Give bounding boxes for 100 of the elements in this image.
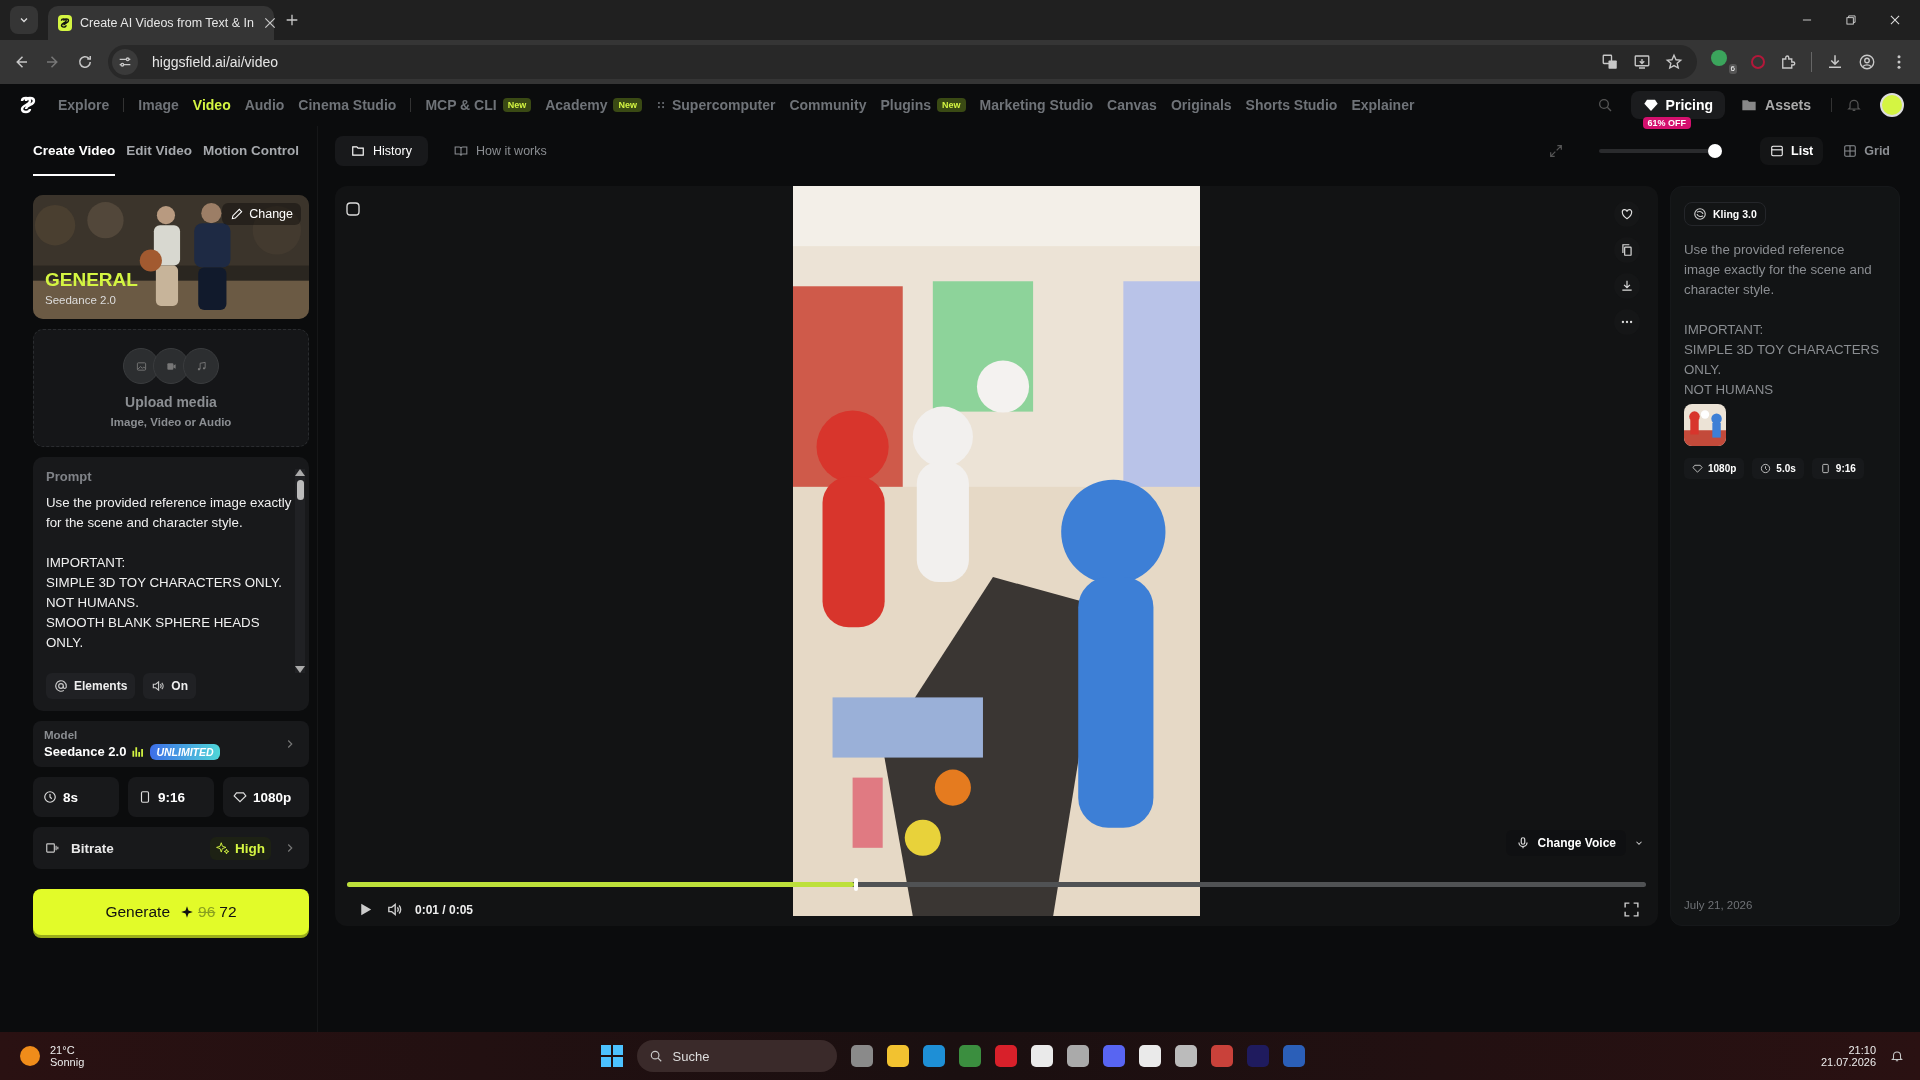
weather-condition: Sonnig [50, 1056, 85, 1068]
mode-tab[interactable]: Motion Control [203, 126, 300, 176]
generate-button[interactable]: Generate 96 72 [33, 889, 309, 935]
restore-icon[interactable] [1844, 13, 1858, 27]
extensions-icon[interactable] [1779, 53, 1797, 71]
nav-link[interactable]: Marketing Studio [979, 97, 1094, 113]
upload-title: Upload media [125, 394, 217, 410]
mode-tab[interactable]: Create Video [33, 126, 116, 176]
change-button[interactable]: Change [222, 203, 301, 225]
notification-icon[interactable] [1890, 1049, 1904, 1063]
duration-button[interactable]: 8s [33, 777, 119, 817]
address-bar[interactable]: higgsfield.ai/ai/video [108, 45, 1697, 79]
resolution-button[interactable]: 1080p [223, 777, 309, 817]
bitrate-label: Bitrate [71, 840, 114, 856]
nav-link[interactable]: Supercomputer [656, 97, 776, 113]
diamond-icon [1692, 463, 1703, 474]
translate-icon[interactable] [1601, 53, 1619, 71]
mode-tab[interactable]: Edit Video [126, 126, 193, 176]
site-settings-icon[interactable] [117, 54, 133, 70]
at-sign-icon [54, 679, 68, 693]
install-icon[interactable] [1633, 53, 1651, 71]
nav-link[interactable]: Image [138, 97, 179, 113]
temperature: 21°C [50, 1044, 76, 1056]
upload-dropzone[interactable]: Upload media Image, Video or Audio [33, 329, 309, 447]
sparkle-icon [216, 841, 230, 855]
layout-toggle[interactable]: Grid [1833, 137, 1900, 165]
view-tab[interactable]: How it works [437, 136, 563, 166]
view-tab[interactable]: History [335, 136, 428, 166]
expand-icon[interactable] [1548, 143, 1565, 159]
signal-bars-icon [131, 744, 146, 759]
nav-link[interactable]: Video [192, 97, 231, 113]
book-icon [453, 144, 468, 158]
extension-badge: 6 [1728, 64, 1737, 74]
bitrate-selector[interactable]: Bitrate High [33, 827, 309, 869]
app-icon[interactable] [886, 1045, 909, 1067]
scrubber-handle[interactable] [853, 878, 858, 891]
nav-link[interactable]: Plugins [880, 97, 931, 113]
slider-thumb[interactable] [1708, 144, 1723, 158]
scrollbar[interactable] [295, 469, 305, 673]
copy-icon[interactable] [1620, 243, 1634, 257]
nav-link[interactable]: MCP & CLI [425, 97, 497, 113]
preset-card[interactable]: Change GENERAL Seedance 2.0 [33, 195, 309, 319]
diamond-icon [233, 790, 247, 804]
checkbox[interactable] [345, 201, 361, 217]
model-name: Seedance 2.0 [44, 744, 127, 759]
fullscreen-icon[interactable] [1623, 901, 1640, 918]
nav-link[interactable]: Audio [244, 97, 285, 113]
grid-dots-icon [656, 100, 666, 110]
sun-icon[interactable] [20, 1046, 40, 1066]
browser-tab[interactable]: Create AI Videos from Text & In [48, 6, 274, 40]
nav-link[interactable]: Explore [58, 97, 110, 113]
aspect-ratio-icon [138, 790, 152, 804]
assets-button[interactable]: Assets [1735, 96, 1817, 114]
elements-button[interactable]: Elements [46, 673, 136, 699]
bookmark-star-icon[interactable] [1665, 53, 1683, 71]
reload-icon[interactable] [76, 53, 94, 71]
new-badge: New [502, 98, 532, 112]
profile-icon[interactable] [1858, 53, 1876, 71]
app-icon[interactable] [1030, 1045, 1053, 1067]
nav-link[interactable]: Shorts Studio [1245, 97, 1338, 113]
sound-toggle[interactable]: On [143, 673, 197, 699]
close-icon[interactable] [1888, 13, 1902, 27]
prompt-field[interactable]: Use the provided reference image exactly for the scene and character style. IMPORTANT: SIMPLE 3D TOY CHARACTERS ONLY. NOT HUMANS. SMOOTH BLANK SPHERE HEADS ONLY. [46, 493, 295, 653]
new-badge: New [937, 98, 966, 112]
nav-link[interactable]: Cinema Studio [298, 97, 397, 113]
avatar[interactable] [1880, 93, 1904, 117]
app-icon[interactable] [1138, 1045, 1161, 1067]
nav-link[interactable]: Originals [1170, 97, 1232, 113]
bell-icon[interactable] [1846, 97, 1862, 113]
windows-icon[interactable] [600, 1045, 623, 1067]
taskbar-search[interactable]: Suche [636, 1040, 837, 1072]
pricing-button[interactable]: Pricing [1630, 91, 1726, 119]
nav-link[interactable]: Explainer [1351, 97, 1415, 113]
speaker-icon [151, 679, 166, 693]
clock-date: 21.07.2026 [1820, 1056, 1876, 1068]
nav-link[interactable]: Canvas [1107, 97, 1157, 113]
model-selector[interactable]: Model Seedance 2.0 UNLIMITED [33, 721, 309, 767]
folder-icon [351, 144, 365, 158]
download-icon[interactable] [1826, 53, 1844, 71]
search-icon[interactable] [1596, 97, 1613, 113]
layout-toggle[interactable]: List [1760, 137, 1824, 165]
new-badge: New [613, 98, 642, 112]
app-icon[interactable] [1066, 1045, 1089, 1067]
volume-icon[interactable] [386, 901, 403, 918]
nav-link[interactable]: Community [789, 97, 867, 113]
swirl-icon [1693, 207, 1707, 221]
video-icon [45, 841, 59, 855]
app-icon[interactable] [1174, 1045, 1197, 1067]
nav-link[interactable]: Academy [545, 97, 608, 113]
clock-icon [1760, 463, 1772, 474]
folder-icon [1741, 97, 1758, 113]
aspect-ratio-button[interactable]: 9:16 [128, 777, 214, 817]
setting-tag: 1080p [1684, 458, 1745, 479]
creation-date: July 21, 2026 [1684, 899, 1754, 911]
new-tab-icon[interactable] [284, 12, 300, 28]
download-icon[interactable] [1620, 279, 1634, 293]
list-icon [1770, 144, 1785, 158]
video-camera-icon [165, 360, 177, 372]
playback-time: 0:01 / 0:05 [415, 902, 474, 917]
heart-icon[interactable] [1620, 207, 1634, 221]
